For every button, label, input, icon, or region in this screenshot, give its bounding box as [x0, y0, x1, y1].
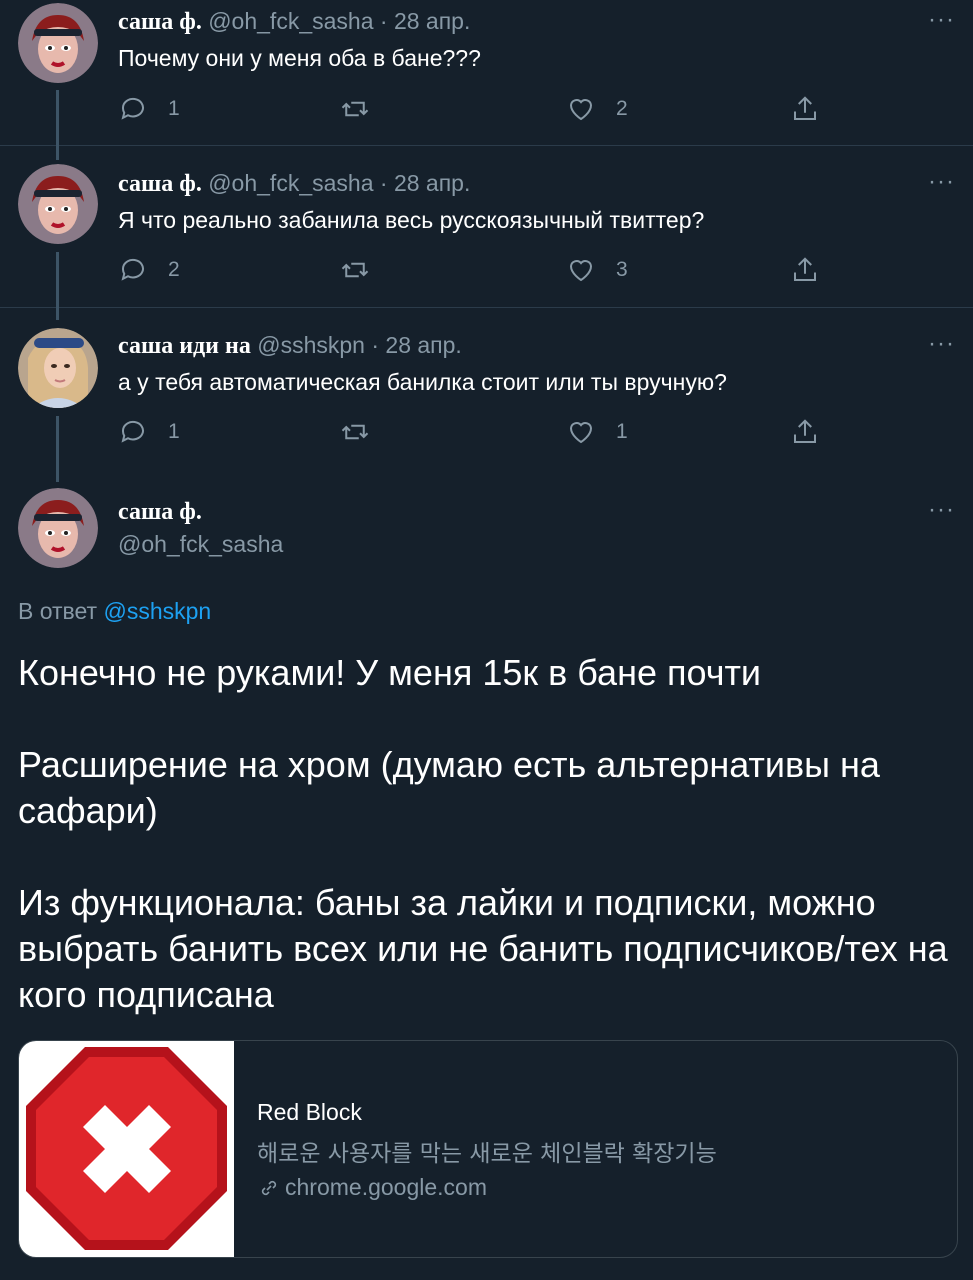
tweet-text: Я что реально забанила весь русскоязычны… [118, 207, 705, 233]
heart-icon [569, 99, 593, 121]
separator: · [371, 332, 380, 358]
reply-context: В ответ @sshskpn [18, 598, 211, 625]
retweet-button[interactable] [340, 94, 390, 124]
author-handle[interactable]: @oh_fck_sasha [208, 8, 373, 34]
divider [0, 145, 973, 146]
thread-line [56, 307, 59, 317]
link-preview-card[interactable]: Red Block 해로운 사용자를 막는 새로운 체인블락 확장기능 chro… [18, 1040, 958, 1258]
thread-line [56, 416, 59, 482]
author-name[interactable]: саша ф. [118, 9, 202, 35]
avatar-red-hair-icon[interactable] [18, 488, 98, 568]
tweet-3[interactable]: саша иди на @sshskpn · 28 апр. ··· а у т… [0, 307, 973, 482]
main-author-name-row: саша ф. [118, 498, 202, 526]
separator: · [379, 170, 388, 196]
like-count: 2 [616, 97, 628, 120]
share-icon [794, 419, 816, 443]
share-button[interactable] [790, 417, 820, 447]
share-button[interactable] [790, 94, 820, 124]
link-icon [261, 1180, 277, 1195]
card-title: Red Block [257, 1099, 362, 1125]
tweet-header: саша ф. @oh_fck_sasha · 28 апр. [118, 170, 470, 198]
author-handle[interactable]: @sshskpn [257, 332, 365, 358]
card-description: 해로운 사용자를 막는 새로운 체인블락 확장기능 [257, 1141, 717, 1167]
reply-count: 1 [168, 97, 180, 120]
reply-button[interactable]: 2 [118, 255, 180, 285]
paragraph: Конечно не руками! У меня 15к в бане поч… [18, 652, 762, 693]
heart-icon [569, 422, 593, 444]
paragraph: Расширение на хром (думаю есть альтернат… [18, 744, 880, 831]
retweet-button[interactable] [340, 255, 390, 285]
reply-mention-link[interactable]: @sshskpn [103, 598, 211, 624]
reply-button[interactable]: 1 [118, 417, 180, 447]
retweet-button[interactable] [340, 417, 390, 447]
avatar-red-hair-icon[interactable] [18, 3, 98, 83]
tweet-actions: 1 2 [118, 94, 838, 128]
avatar-red-hair-icon[interactable] [18, 164, 98, 244]
paragraph: Из функционала: баны за лайки и подписки… [18, 882, 948, 1015]
author-name[interactable]: саша иди на [118, 333, 251, 359]
more-options-icon[interactable]: ··· [928, 496, 955, 524]
thread-line [56, 145, 59, 155]
author-handle[interactable]: @oh_fck_sasha [208, 170, 373, 196]
retweet-icon [341, 101, 369, 117]
author-name[interactable]: саша ф. [118, 499, 202, 525]
share-icon [794, 257, 816, 281]
like-count: 3 [616, 258, 628, 281]
tweet-text: Почему они у меня оба в бане??? [118, 45, 481, 71]
reply-icon [121, 97, 144, 120]
card-domain: chrome.google.com [257, 1174, 487, 1201]
share-button[interactable] [790, 255, 820, 285]
retweet-icon [341, 262, 369, 278]
more-options-icon[interactable]: ··· [928, 330, 955, 358]
tweet-actions: 2 3 [118, 255, 838, 289]
heart-icon [569, 260, 593, 282]
tweet-date[interactable]: 28 апр. [385, 332, 461, 358]
author-handle[interactable]: @oh_fck_sasha [118, 531, 283, 558]
avatar-photo-blonde-icon[interactable] [18, 328, 98, 408]
main-tweet-text: Конечно не руками! У меня 15к в бане поч… [18, 650, 958, 1064]
red-stop-x-icon [19, 1041, 234, 1257]
like-button[interactable]: 1 [566, 417, 628, 447]
like-button[interactable]: 3 [566, 255, 628, 285]
like-button[interactable]: 2 [566, 94, 628, 124]
tweet-text: а у тебя автоматическая банилка стоит ил… [118, 369, 727, 395]
divider [0, 307, 973, 308]
reply-label: В ответ [18, 598, 98, 624]
reply-count: 2 [168, 258, 180, 281]
tweet-2[interactable]: саша ф. @oh_fck_sasha · 28 апр. ··· Я чт… [0, 145, 973, 320]
separator: · [379, 8, 388, 34]
twitter-thread-page: саша ф. @oh_fck_sasha · 28 апр. ··· Поче… [0, 0, 973, 1280]
tweet-header: саша ф. @oh_fck_sasha · 28 апр. [118, 8, 470, 36]
tweet-date[interactable]: 28 апр. [394, 170, 470, 196]
reply-icon [121, 420, 144, 443]
author-name[interactable]: саша ф. [118, 171, 202, 197]
tweet-actions: 1 1 [118, 417, 838, 451]
tweet-date[interactable]: 28 апр. [394, 8, 470, 34]
reply-button[interactable]: 1 [118, 94, 180, 124]
more-options-icon[interactable]: ··· [928, 6, 955, 34]
like-count: 1 [616, 420, 628, 443]
card-domain-text: chrome.google.com [285, 1174, 487, 1200]
reply-count: 1 [168, 420, 180, 443]
tweet-1[interactable]: саша ф. @oh_fck_sasha · 28 апр. ··· Поче… [0, 0, 973, 160]
tweet-header: саша иди на @sshskpn · 28 апр. [118, 332, 462, 360]
reply-icon [121, 258, 144, 281]
retweet-icon [341, 424, 369, 440]
share-icon [794, 96, 816, 120]
more-options-icon[interactable]: ··· [928, 168, 955, 196]
